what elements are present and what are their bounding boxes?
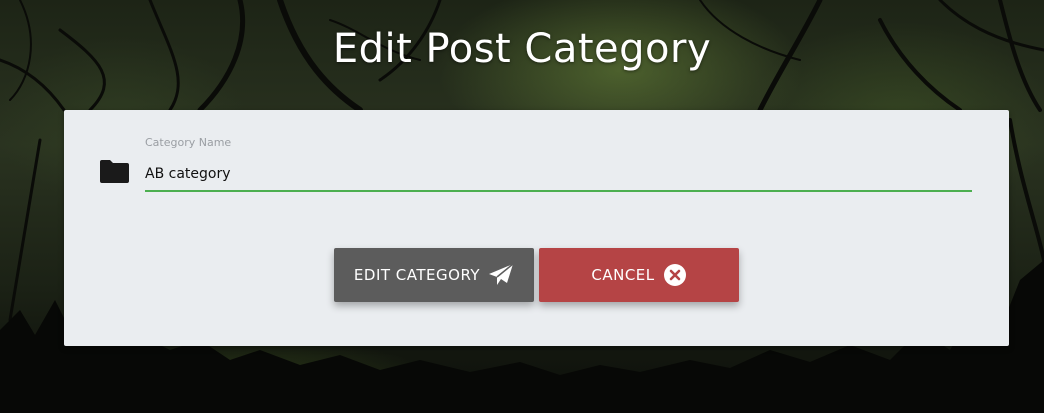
close-circle-icon <box>663 263 687 287</box>
cancel-label: CANCEL <box>591 266 655 284</box>
edit-category-label: EDIT CATEGORY <box>353 266 481 284</box>
edit-category-button[interactable]: EDIT CATEGORY <box>334 248 534 302</box>
category-name-input[interactable] <box>145 158 972 192</box>
category-name-label: Category Name <box>145 136 232 149</box>
folder-icon <box>99 159 130 184</box>
paper-plane-icon <box>488 263 514 287</box>
edit-category-card: Category Name EDIT CATEGORY CANCEL <box>64 110 1009 346</box>
cancel-button[interactable]: CANCEL <box>539 248 739 302</box>
page-title: Edit Post Category <box>332 26 712 72</box>
